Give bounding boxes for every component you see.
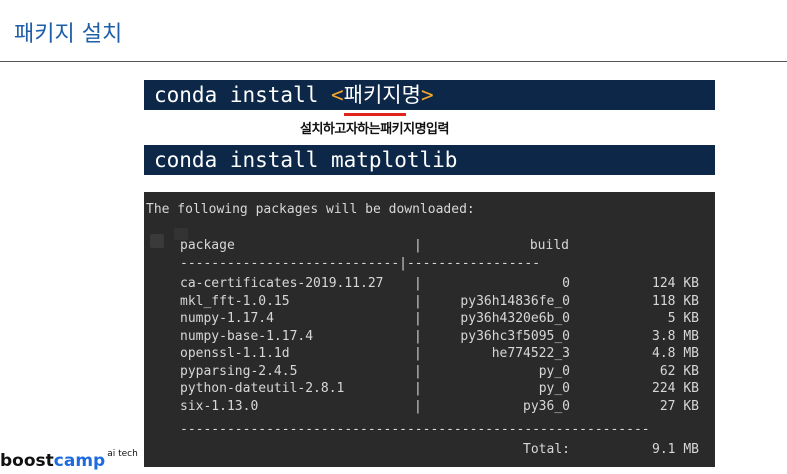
build-string: py36h4320e6b_0 xyxy=(460,311,570,326)
build-string: py_0 xyxy=(538,381,570,396)
terminal-intro: The following packages will be downloade… xyxy=(146,202,475,217)
table-row: ca-certificates-2019.11.27 | 0 124 KB xyxy=(144,276,715,293)
row-separator: | xyxy=(414,346,422,361)
total-value: 9.1 MB xyxy=(652,442,699,457)
package-size: 118 KB xyxy=(652,293,699,309)
footer-dash-row: ----------------------------------------… xyxy=(144,422,715,439)
package-name: mkl_fft-1.0.15 xyxy=(180,293,290,309)
table-row: six-1.13.0 | py36_0 27 KB xyxy=(144,399,715,416)
placeholder-hint: 설치하고자하는패키지명입력 xyxy=(300,122,449,137)
table-row: python-dateutil-2.8.1 | py_0 224 KB xyxy=(144,381,715,398)
placeholder-open-bracket: < xyxy=(331,83,344,107)
command-bar-example: conda install matplotlib xyxy=(144,145,715,175)
row-separator: | xyxy=(414,293,422,309)
table-row: mkl_fft-1.0.15 | py36h14836fe_0 118 KB xyxy=(144,294,715,311)
build-string: py36hc3f5095_0 xyxy=(460,328,570,344)
package-size: 3.8 MB xyxy=(652,328,699,344)
row-separator: | xyxy=(414,363,422,379)
slide-title: 패키지 설치 xyxy=(14,22,123,47)
package-size: 4.8 MB xyxy=(652,346,699,361)
table-row: numpy-1.17.4 | py36h4320e6b_0 5 KB xyxy=(144,311,715,328)
row-separator: | xyxy=(414,381,422,396)
row-separator: | xyxy=(414,398,422,414)
command-bar-template: conda install <패키지명> xyxy=(144,80,715,116)
package-name: pyparsing-2.4.5 xyxy=(180,363,298,379)
build-string: 0 xyxy=(562,276,570,291)
logo-aitech: ai tech xyxy=(107,449,138,459)
table-header: package | build xyxy=(144,238,715,255)
boostcamp-logo: boostcamp ai tech xyxy=(0,449,138,471)
package-size: 62 KB xyxy=(659,363,699,379)
header-package: package xyxy=(180,238,235,253)
logo-boost: boost xyxy=(0,451,54,471)
logo-camp: camp xyxy=(53,451,106,471)
build-string: py36_0 xyxy=(523,398,570,414)
package-size: 224 KB xyxy=(652,381,699,396)
terminal-output: The following packages will be downloade… xyxy=(144,192,715,467)
total-label: Total: xyxy=(523,442,570,457)
header-dashes: ----------------------------|-----------… xyxy=(180,256,541,271)
placeholder-token: <패키지명> xyxy=(331,83,434,116)
placeholder-close-bracket: > xyxy=(420,83,434,107)
table-row: numpy-base-1.17.4 | py36hc3f5095_0 3.8 MB xyxy=(144,329,715,346)
build-string: py36h14836fe_0 xyxy=(460,293,570,309)
title-divider xyxy=(0,61,787,62)
package-name: openssl-1.1.1d xyxy=(180,346,290,361)
command-prefix: conda install xyxy=(154,83,332,107)
build-string: he774522_3 xyxy=(491,346,570,361)
footer-dashes: ----------------------------------------… xyxy=(180,422,650,437)
total-row: Total: 9.1 MB xyxy=(144,442,715,459)
package-name: numpy-1.17.4 xyxy=(180,311,274,326)
package-size: 124 KB xyxy=(652,276,699,291)
table-row: pyparsing-2.4.5 | py_0 62 KB xyxy=(144,364,715,381)
header-dash-row: ----------------------------|-----------… xyxy=(144,256,715,273)
package-size: 27 KB xyxy=(659,398,699,414)
placeholder-underline xyxy=(344,113,407,116)
placeholder-text: 패키지명 xyxy=(343,83,421,107)
row-separator: | xyxy=(414,311,422,326)
package-name: ca-certificates-2019.11.27 xyxy=(180,276,384,291)
row-separator: | xyxy=(414,328,422,344)
package-name: six-1.13.0 xyxy=(180,398,259,414)
package-name: numpy-base-1.17.4 xyxy=(180,328,314,344)
package-name: python-dateutil-2.8.1 xyxy=(180,381,345,396)
header-separator: | xyxy=(414,238,422,253)
row-separator: | xyxy=(414,276,422,291)
table-row: openssl-1.1.1d | he774522_3 4.8 MB xyxy=(144,346,715,363)
package-size: 5 KB xyxy=(667,311,699,326)
header-build: build xyxy=(529,238,569,253)
build-string: py_0 xyxy=(538,363,570,379)
